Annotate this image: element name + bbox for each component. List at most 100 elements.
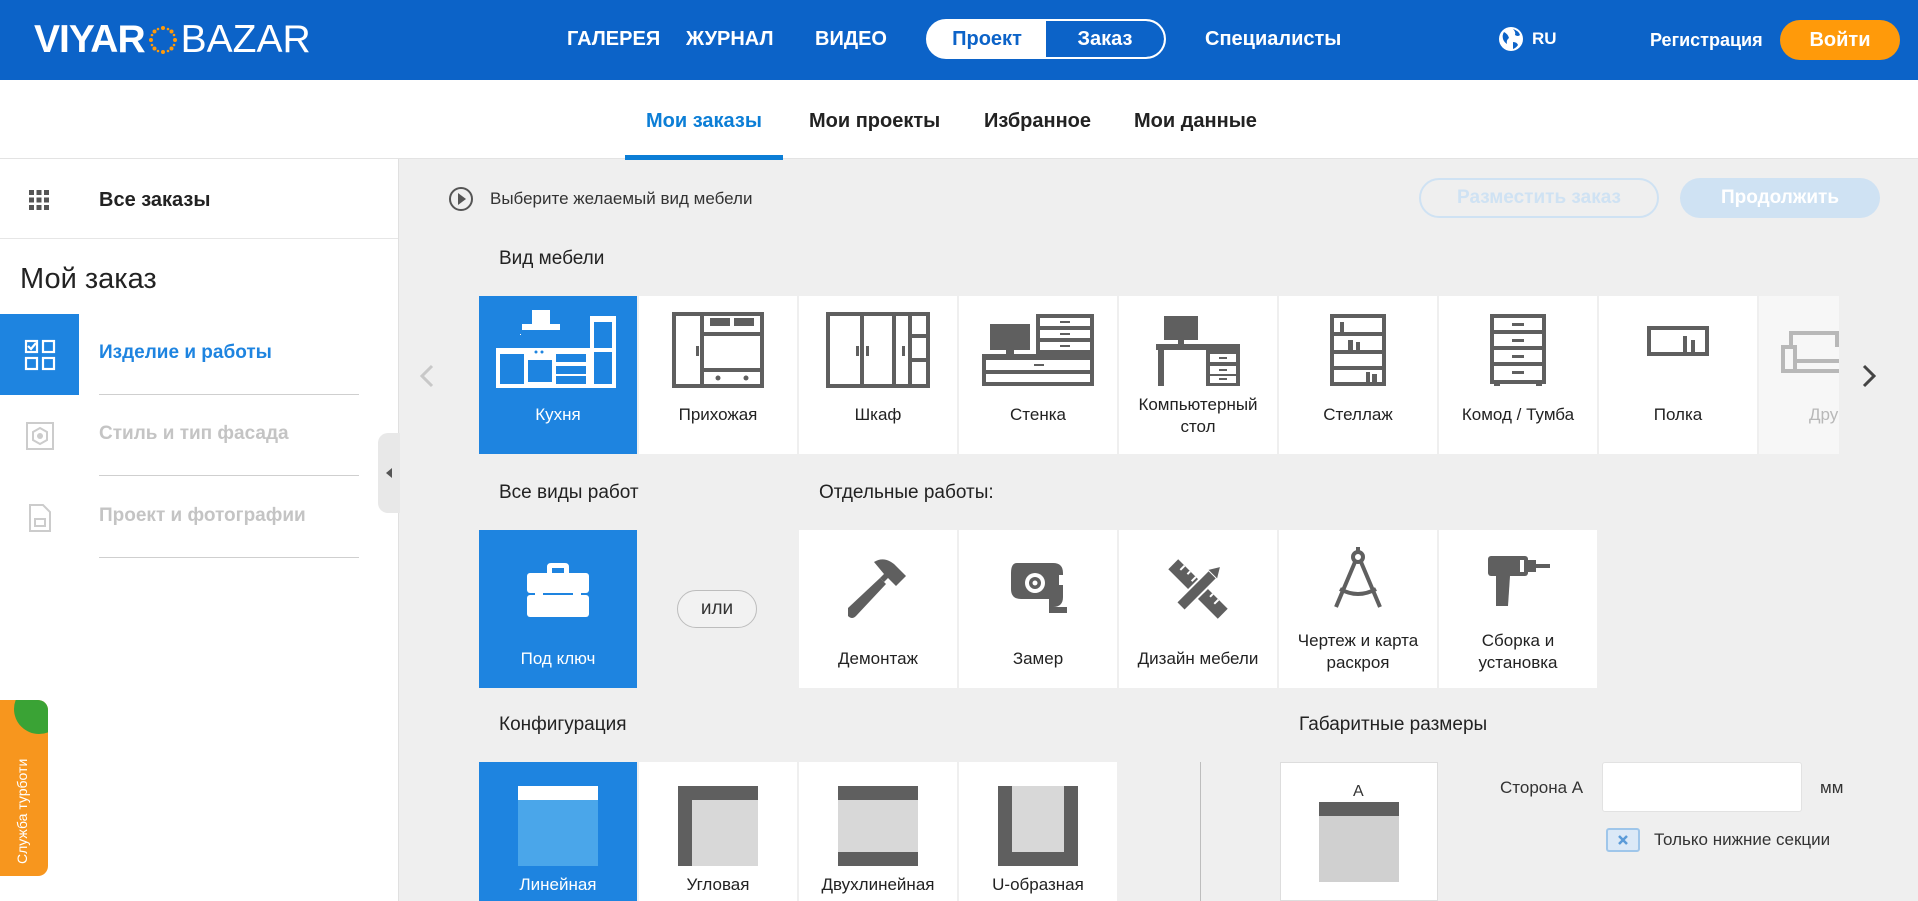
language-code: RU [1532,29,1557,48]
shelving-icon [1330,314,1386,386]
furniture-wardrobe[interactable]: Шкаф [799,296,957,454]
order-sidebar: Все заказы Мой заказ Изделие и работы Ст… [0,159,400,901]
two-line-layout-icon [838,786,918,866]
or-separator: или [677,590,757,628]
linear-layout-icon [518,786,598,866]
turbo-service-tab[interactable]: Служба турботи [0,700,48,876]
step-icon-box [0,395,79,476]
nav-journal[interactable]: ЖУРНАЛ [686,28,774,51]
furniture-wall-unit[interactable]: Стенка [959,296,1117,454]
config-two-line[interactable]: Двухлинейная [799,762,957,901]
x-mark-icon [1618,835,1628,845]
hint-row: Выберите желаемый вид мебели [448,186,752,212]
turbo-label: Служба турботи [14,758,30,864]
side-a-input[interactable] [1602,762,1802,812]
drill-icon [1488,556,1550,606]
corner-layout-icon [678,786,758,866]
step-project-photos[interactable]: Проект и фотографии [0,477,398,558]
work-turnkey[interactable]: Под ключ [479,530,637,688]
carousel-prev-icon[interactable] [420,364,434,388]
only-lower-sections-label: Только нижние секции [1654,830,1831,849]
furniture-label: Шкаф [854,405,902,424]
work-label: Сборка и установка [1478,631,1558,672]
logo-viyar: VIYAR [34,18,146,61]
furniture-shelving[interactable]: Стеллаж [1279,296,1437,454]
step-label-project-photos: Проект и фотографии [99,505,306,526]
config-label: U-образная [992,875,1084,894]
config-label: Угловая [686,875,750,894]
language-selector[interactable]: RU [1498,26,1557,52]
side-a-label: Сторона А [1500,778,1584,797]
work-label: Дизайн мебели [1137,649,1259,668]
only-lower-sections-row[interactable]: Только нижние секции [1606,828,1830,852]
furniture-kitchen[interactable]: Кухня [479,296,637,454]
logo[interactable]: VIYAR BAZAR [34,18,311,62]
furniture-label: Прихожая [678,405,758,424]
furniture-label: Кухня [535,405,581,424]
config-corner[interactable]: Угловая [639,762,797,901]
compass-icon [1334,547,1382,608]
work-drawing-cutting-map[interactable]: Чертеж и карта раскроя [1279,530,1437,688]
nav-video[interactable]: ВИДЕО [815,28,887,51]
u-shaped-layout-icon [998,786,1078,866]
tab-my-data[interactable]: Мои данные [1134,110,1257,133]
step-divider [99,557,359,558]
hammer-icon [848,559,906,618]
shelf-icon [1647,326,1709,356]
work-assembly-installation[interactable]: Сборка и установка [1439,530,1597,688]
only-lower-sections-checkbox[interactable] [1606,828,1640,852]
work-measurement[interactable]: Замер [959,530,1117,688]
register-link[interactable]: Регистрация [1650,30,1763,51]
checklist-icon [24,339,55,370]
top-header: VIYAR BAZAR ГАЛЕРЕЯ ЖУРНАЛ ВИДЕО Проект … [0,0,1918,80]
step-label-style-facade: Стиль и тип фасада [99,423,289,444]
grid-icon [29,190,49,210]
step-icon-box [0,477,79,558]
furniture-label: Комод / Тумба [1461,405,1575,424]
config-linear[interactable]: Линейная [479,762,637,901]
sidebar-collapse-button[interactable] [378,433,400,513]
work-label: Чертеж и карта раскроя [1297,631,1419,672]
project-order-toggle: Проект Заказ [926,19,1166,59]
work-furniture-design[interactable]: Дизайн мебели [1119,530,1277,688]
tape-measure-icon [1011,563,1067,613]
toggle-order[interactable]: Заказ [1046,21,1164,57]
furniture-label: Стеллаж [1323,405,1393,424]
login-button[interactable]: Войти [1780,20,1900,60]
config-u-shaped[interactable]: U-образная [959,762,1117,901]
work-dismantling[interactable]: Демонтаж [799,530,957,688]
ruler-pencil-icon [1168,559,1228,619]
tab-my-projects[interactable]: Мои проекты [809,110,940,133]
all-works-label: Все виды работ [499,482,639,503]
furniture-label: Полка [1653,405,1703,424]
nav-specialists[interactable]: Специалисты [1205,28,1341,51]
wall-unit-icon [982,314,1094,386]
globe-icon [1499,27,1523,51]
furniture-computer-desk[interactable]: Компьютерный стол [1119,296,1277,454]
step-product-works[interactable]: Изделие и работы [0,314,398,395]
section-divider [1200,762,1201,901]
tab-my-orders[interactable]: Мои заказы [646,110,762,133]
play-circle-icon[interactable] [448,186,474,212]
furniture-hallway[interactable]: Прихожая [639,296,797,454]
furniture-shelf[interactable]: Полка [1599,296,1757,454]
sofa-icon [1781,331,1839,373]
toggle-project[interactable]: Проект [928,21,1046,57]
nav-gallery[interactable]: ГАЛЕРЕЯ [567,28,660,51]
config-label: Двухлинейная [821,875,935,894]
work-label: Демонтаж [838,649,918,668]
continue-button[interactable]: Продолжить [1680,178,1880,218]
account-subnav: Мои заказы Мои проекты Избранное Мои дан… [0,80,1918,160]
furniture-dresser[interactable]: Комод / Тумба [1439,296,1597,454]
place-order-button[interactable]: Разместить заказ [1419,178,1659,218]
tab-favorites[interactable]: Избранное [984,110,1091,133]
carousel-next-icon[interactable] [1862,364,1876,388]
work-label: Под ключ [520,649,596,668]
dimensions-preview: A [1280,762,1438,901]
step-style-facade[interactable]: Стиль и тип фасада [0,395,398,476]
furniture-other[interactable]: Дру [1759,296,1839,454]
all-orders-link[interactable]: Все заказы [0,159,398,239]
logo-bazar: BAZAR [180,18,311,61]
caret-left-icon [386,468,392,478]
all-orders-label: Все заказы [99,189,211,211]
